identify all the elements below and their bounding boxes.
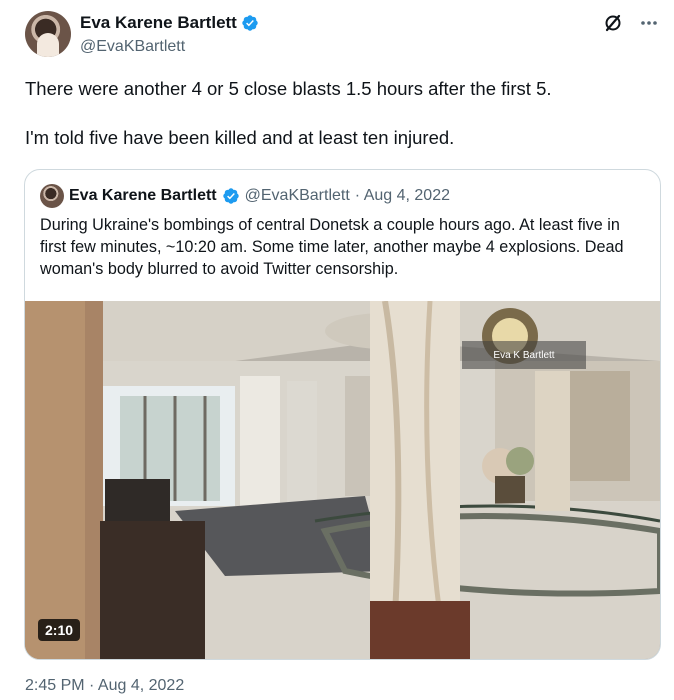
verified-badge-icon	[242, 15, 258, 31]
author-name[interactable]: Eva Karene Bartlett	[80, 13, 237, 33]
tweet-timestamp[interactable]: 2:45 PM · Aug 4, 2022	[25, 677, 184, 695]
quoted-author-name[interactable]: Eva Karene Bartlett	[69, 187, 217, 205]
tweet-actions-top	[602, 12, 660, 34]
video-player[interactable]: Eva K Bartlett 2:10	[25, 301, 660, 659]
author-avatar[interactable]	[25, 11, 71, 57]
tweet-text: There were another 4 or 5 close blasts 1…	[25, 76, 645, 174]
more-icon[interactable]	[638, 12, 660, 34]
author-name-row: Eva Karene Bartlett	[80, 13, 259, 33]
video-watermark: Eva K Bartlett	[462, 341, 586, 369]
verified-badge-icon	[222, 188, 239, 204]
quoted-tweet-header: Eva Karene Bartlett @EvaKBartlett · Aug …	[40, 184, 450, 208]
tweet-paragraph: I'm told five have been killed and at le…	[25, 127, 455, 148]
grok-icon[interactable]	[602, 12, 624, 34]
quoted-tweet[interactable]: Eva Karene Bartlett @EvaKBartlett · Aug …	[24, 169, 661, 660]
quoted-author-handle[interactable]: @EvaKBartlett	[245, 187, 350, 205]
author-handle[interactable]: @EvaKBartlett	[80, 38, 185, 56]
quoted-author-avatar[interactable]	[40, 184, 64, 208]
video-duration-badge: 2:10	[38, 619, 81, 641]
tweet-paragraph: There were another 4 or 5 close blasts 1…	[25, 78, 552, 99]
quoted-date[interactable]: · Aug 4, 2022	[355, 187, 450, 205]
quoted-tweet-text: During Ukraine's bombings of central Don…	[40, 216, 624, 278]
